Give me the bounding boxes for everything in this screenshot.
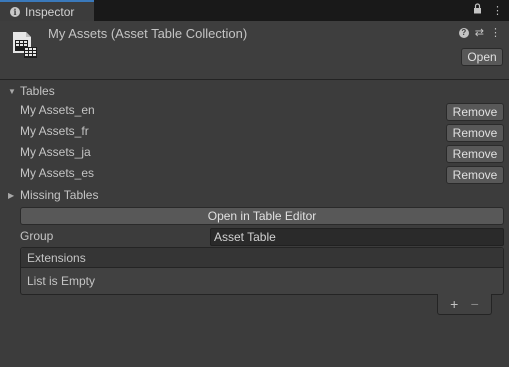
remove-button[interactable]: Remove — [446, 145, 504, 163]
table-name: My Assets_fr — [20, 124, 89, 138]
tab-controls: ⋮ — [473, 3, 503, 18]
menu-icon[interactable]: ⋮ — [492, 4, 503, 18]
chevron-right-icon: ▶ — [8, 190, 15, 200]
remove-button[interactable]: Remove — [446, 166, 504, 184]
info-icon: i — [10, 7, 20, 17]
tab-title: Inspector — [25, 5, 75, 19]
table-collection-icon — [12, 31, 38, 59]
missing-tables-label: Missing Tables — [20, 188, 99, 202]
group-label: Group — [20, 229, 54, 243]
chevron-down-icon: ▼ — [8, 86, 16, 96]
asset-title: My Assets (Asset Table Collection) — [48, 26, 248, 41]
remove-icon[interactable]: − — [471, 297, 479, 311]
tables-foldout[interactable]: ▼ Tables — [8, 84, 55, 98]
header-icons: ? ⇄ ⋮ — [458, 26, 501, 39]
table-name: My Assets_en — [20, 103, 95, 117]
open-table-editor-button[interactable]: Open in Table Editor — [20, 207, 504, 225]
missing-tables-foldout[interactable]: ▶ Missing Tables — [8, 188, 98, 202]
context-menu-icon[interactable]: ⋮ — [490, 26, 501, 39]
extensions-empty-text: List is Empty — [27, 274, 96, 288]
add-icon[interactable]: + — [450, 297, 458, 311]
presets-icon[interactable]: ⇄ — [475, 26, 484, 39]
extensions-list: Extensions List is Empty — [20, 247, 504, 295]
asset-header: My Assets (Asset Table Collection) ? ⇄ ⋮… — [0, 21, 509, 80]
help-icon[interactable]: ? — [458, 27, 469, 38]
extensions-footer: + − — [437, 294, 492, 315]
tables-label: Tables — [20, 84, 55, 98]
table-name: My Assets_ja — [20, 145, 91, 159]
inspector-panel: My Assets (Asset Table Collection) ? ⇄ ⋮… — [0, 21, 509, 367]
table-name: My Assets_es — [20, 166, 95, 180]
tab-bar: i Inspector ⋮ — [0, 0, 509, 22]
extensions-header: Extensions — [21, 248, 503, 268]
group-field[interactable]: Asset Table — [210, 228, 504, 246]
open-button[interactable]: Open — [461, 48, 503, 66]
remove-button[interactable]: Remove — [446, 124, 504, 142]
remove-button[interactable]: Remove — [446, 103, 504, 121]
tab-inspector[interactable]: i Inspector — [0, 0, 94, 22]
lock-icon[interactable] — [473, 3, 482, 18]
